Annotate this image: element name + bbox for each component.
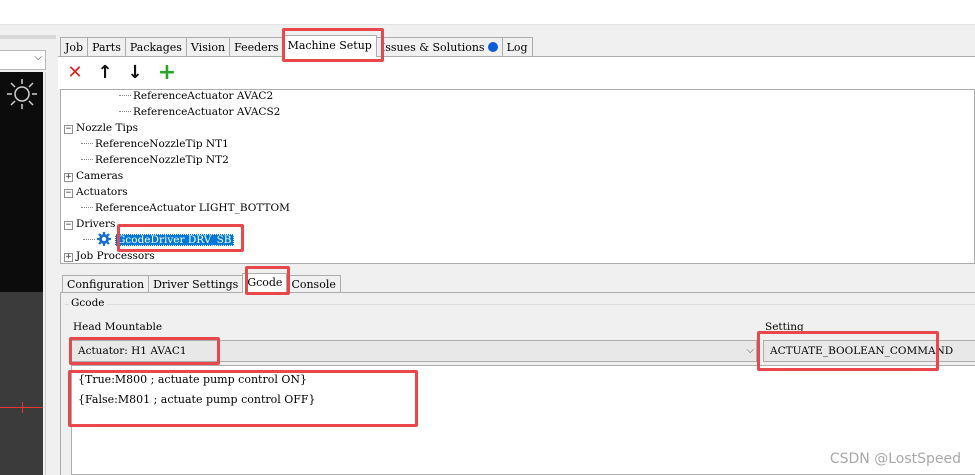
tab-machine-setup[interactable]: Machine Setup [282, 35, 377, 57]
camera-pane-toolbar [0, 35, 56, 39]
tree-item-label: Job Processors [76, 250, 155, 262]
tree-item-label: ReferenceNozzleTip NT1 [95, 138, 229, 150]
tab-console[interactable]: Console [286, 275, 341, 293]
main-tab-bar: Job Parts Packages Vision Feeders Machin… [60, 35, 533, 57]
collapse-icon[interactable]: − [64, 189, 73, 198]
gcode-line: {False:M801 ; actuate pump control OFF} [78, 393, 316, 406]
delete-icon[interactable]: ✕ [64, 62, 86, 84]
head-mountable-select[interactable]: Actuator: H1 AVAC1 ⌵ [71, 340, 757, 362]
tree-node-job-processors[interactable]: + Job Processors [64, 248, 155, 263]
tab-packages[interactable]: Packages [124, 37, 187, 57]
driver-tab-bar: Configuration Driver Settings Gcode Cons… [62, 273, 341, 293]
window-top-strip [0, 0, 975, 25]
split-pane-divider[interactable] [58, 264, 975, 269]
collapse-icon[interactable]: − [64, 125, 73, 134]
tree-item-gcode-driver[interactable]: GcodeDriver DRV_SB [83, 232, 234, 248]
tree-item[interactable]: ReferenceActuator AVAC2 [119, 90, 274, 104]
chevron-down-icon: ⌵ [746, 345, 754, 356]
tree-item-label: Actuators [76, 186, 128, 198]
gear-icon [97, 232, 111, 246]
tree-item-label: Drivers [76, 218, 116, 230]
status-dot-icon [487, 42, 498, 52]
tree-node-nozzle-tips[interactable]: − Nozzle Tips [64, 120, 138, 136]
camera-pane-scrollbar[interactable] [45, 72, 56, 475]
camera-select[interactable]: ⌵ [0, 50, 46, 70]
tree-node-cameras[interactable]: + Cameras [64, 168, 123, 184]
head-mountable-value: Actuator: H1 AVAC1 [78, 345, 187, 357]
tree-item[interactable]: ReferenceActuator LIGHT_BOTTOM [81, 200, 290, 216]
group-title: Gcode [69, 297, 107, 309]
expand-icon[interactable]: + [64, 253, 73, 262]
collapse-icon[interactable]: − [64, 221, 73, 230]
tree-item-label: ReferenceNozzleTip NT2 [95, 154, 229, 166]
gcode-line: {True:M800 ; actuate pump control ON} [78, 373, 307, 386]
tree-item[interactable]: ReferenceActuator AVACS2 [119, 104, 280, 120]
tree-item-label: ReferenceActuator LIGHT_BOTTOM [95, 202, 290, 214]
sun-icon [7, 79, 37, 109]
tab-vision[interactable]: Vision [185, 37, 231, 57]
arrow-down-icon[interactable]: ↓ [124, 62, 146, 84]
tree-node-actuators[interactable]: − Actuators [64, 184, 128, 200]
expand-icon[interactable]: + [64, 173, 73, 182]
tab-parts[interactable]: Parts [87, 37, 126, 57]
tree-item[interactable]: ReferenceNozzleTip NT2 [81, 152, 229, 168]
crosshair-vertical [22, 402, 23, 413]
add-icon[interactable]: + [156, 62, 178, 84]
tree-item-label: Nozzle Tips [76, 122, 138, 134]
machine-setup-toolbar: ✕ ↑ ↓ + [58, 57, 975, 89]
machine-config-tree[interactable]: ReferenceActuator AVAC2 ReferenceActuato… [60, 89, 975, 264]
tree-item-label: ReferenceActuator AVACS2 [133, 106, 281, 118]
arrow-up-icon[interactable]: ↑ [94, 62, 116, 84]
tree-node-drivers[interactable]: − Drivers [64, 216, 115, 232]
tree-item-label: GcodeDriver DRV_SB [115, 234, 234, 246]
tab-job[interactable]: Job [60, 37, 89, 57]
main-area: Job Parts Packages Vision Feeders Machin… [58, 25, 975, 475]
tab-issues-label: Issues & Solutions [380, 41, 485, 54]
gcode-panel: Gcode Head Mountable Setting Actuator: H… [60, 293, 975, 475]
setting-value: ACTUATE_BOOLEAN_COMMAND [770, 345, 954, 357]
tree-item-label: ReferenceActuator AVAC2 [133, 90, 274, 102]
tab-feeders[interactable]: Feeders [229, 37, 284, 57]
camera-pane: ⌵ [0, 25, 56, 475]
tab-issues-solutions[interactable]: Issues & Solutions [375, 37, 503, 57]
tab-log[interactable]: Log [501, 37, 533, 57]
camera-image-bottom [0, 292, 43, 475]
tab-driver-settings[interactable]: Driver Settings [148, 275, 244, 293]
group-border [65, 304, 975, 305]
chevron-down-icon: ⌵ [34, 52, 42, 63]
camera-view[interactable] [0, 72, 43, 475]
tree-item[interactable]: ReferenceNozzleTip NT1 [81, 136, 229, 152]
tab-gcode[interactable]: Gcode [242, 273, 288, 293]
tree-item-label: Cameras [76, 170, 124, 182]
setting-select[interactable]: ACTUATE_BOOLEAN_COMMAND [763, 340, 975, 362]
watermark: CSDN @LostSpeed [829, 451, 961, 467]
head-mountable-label: Head Mountable [73, 321, 163, 333]
setting-label: Setting [765, 321, 804, 333]
tab-configuration[interactable]: Configuration [62, 275, 150, 293]
